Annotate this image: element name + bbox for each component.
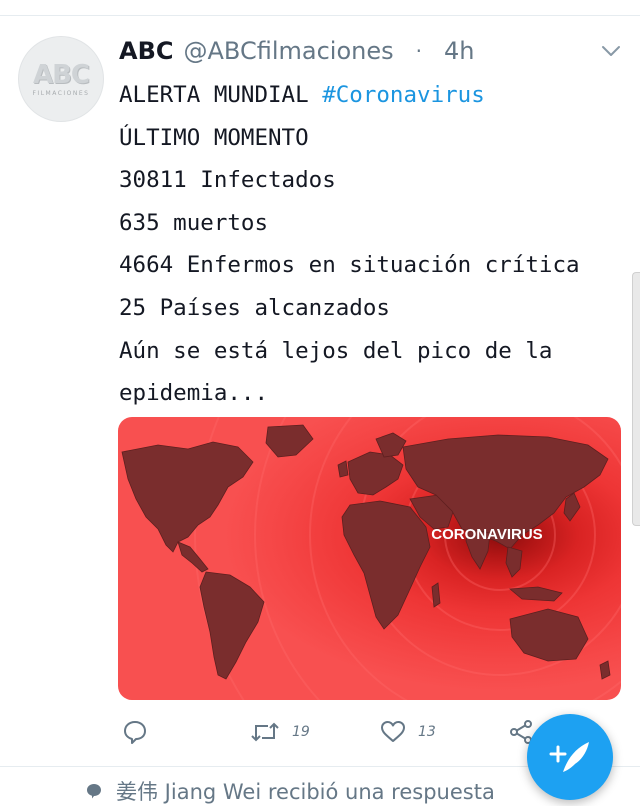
tweet-text-segment: 4664 Enfermos en situación crítica: [119, 252, 580, 279]
tweet-actions: 19 13: [118, 712, 538, 752]
media-label: CORONAVIRUS: [431, 526, 542, 543]
author-handle[interactable]: @ABCfilmaciones: [183, 37, 393, 65]
reply-icon: [124, 721, 146, 744]
avatar-logo-text: ABC: [32, 59, 90, 90]
speech-bubble-icon: [87, 784, 101, 799]
compose-feather-icon: [549, 742, 589, 772]
reply-button[interactable]: [122, 712, 160, 752]
heart-icon: [381, 721, 405, 742]
like-count: 13: [418, 724, 436, 740]
tweet-media-image[interactable]: CORONAVIRUS: [118, 417, 621, 700]
hashtag-link[interactable]: #Coronavirus: [322, 82, 485, 108]
reply-notification[interactable]: 姜伟 Jiang Wei recibió una respuesta: [86, 776, 495, 806]
tweet-text-segment: epidemia...: [119, 380, 269, 407]
tweet-text-line: epidemia...: [119, 372, 619, 415]
tweet-text-segment: Aún se está lejos del pico de la: [119, 337, 553, 364]
tweet-text-line: ÚLTIMO MOMENTO: [119, 117, 619, 160]
tweet-text-line: ALERTA MUNDIAL #Coronavirus: [119, 74, 619, 117]
tweet-text-segment: ALERTA MUNDIAL: [119, 82, 323, 108]
retweet-button[interactable]: 19: [250, 712, 310, 752]
tweet-text-line: 30811 Infectados: [119, 159, 619, 202]
retweet-icon: [251, 722, 279, 742]
coronavirus-world-map: CORONAVIRUS: [118, 417, 621, 700]
retweet-count: 19: [292, 724, 310, 740]
tweet-text-line: 635 muertos: [119, 202, 619, 245]
tweet-text-segment: ÚLTIMO MOMENTO: [119, 124, 309, 151]
tweet-text-segment: 25 Países alcanzados: [119, 294, 390, 321]
compose-button[interactable]: [527, 714, 613, 800]
tweet-header: ABC @ABCfilmaciones · 4h: [119, 34, 474, 68]
chevron-down-icon[interactable]: [601, 44, 621, 58]
author-name[interactable]: ABC: [119, 37, 173, 65]
reply-notification-text: 姜伟 Jiang Wei recibió una respuesta: [116, 780, 495, 804]
top-divider: [0, 15, 640, 16]
tweet-text-segment: 30811 Infectados: [119, 167, 336, 194]
header-separator: ·: [415, 39, 422, 63]
avatar[interactable]: ABC FILMACIONES: [18, 36, 104, 122]
avatar-logo-subtext: FILMACIONES: [32, 89, 90, 97]
tweet-text-segment: 635 muertos: [119, 209, 269, 236]
like-button[interactable]: 13: [380, 712, 436, 752]
tweet-timestamp[interactable]: 4h: [444, 37, 474, 65]
tweet-text: ALERTA MUNDIAL #Coronavirus ÚLTIMO MOMENT…: [119, 74, 619, 415]
tweet-text-line: Aún se está lejos del pico de la: [119, 330, 619, 373]
tweet-text-line: 25 Países alcanzados: [119, 287, 619, 330]
tweet-text-line: 4664 Enfermos en situación crítica: [119, 244, 619, 287]
scrollbar[interactable]: [632, 272, 640, 526]
